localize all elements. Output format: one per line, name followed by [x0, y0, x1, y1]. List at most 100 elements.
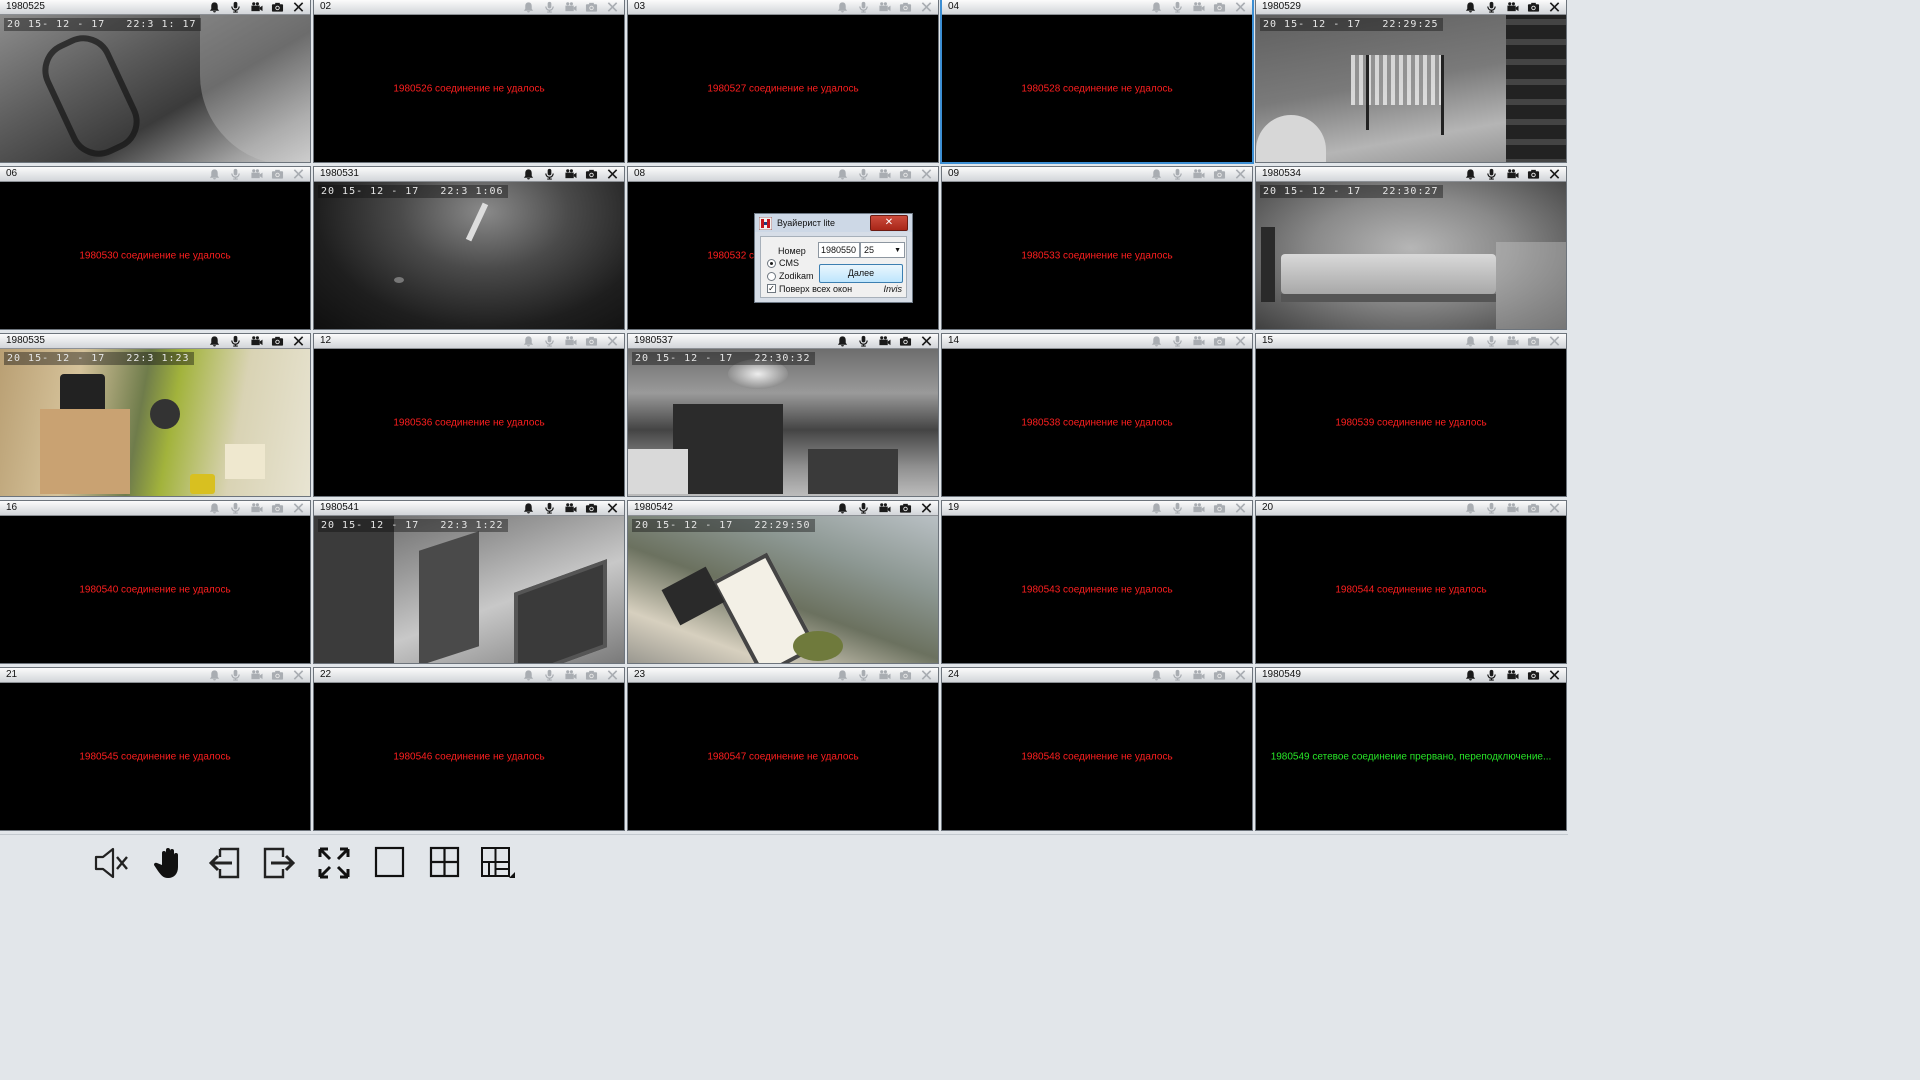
camera-tile[interactable]: 21 1980545 соединение не удалось — [0, 667, 311, 831]
microphone-icon[interactable] — [856, 1, 871, 13]
microphone-icon[interactable] — [542, 335, 557, 347]
alarm-bell-icon[interactable] — [521, 502, 536, 514]
camera-tile[interactable]: 04 1980528 соединение не удалось — [940, 0, 1254, 164]
camera-tile[interactable]: 1980537 20 15- 12 - 17 22:30:32 — [627, 333, 939, 497]
alarm-bell-icon[interactable] — [207, 168, 222, 180]
snapshot-camera-icon[interactable] — [584, 502, 599, 514]
snapshot-camera-icon[interactable] — [270, 502, 285, 514]
microphone-icon[interactable] — [542, 669, 557, 681]
always-on-top-checkbox[interactable]: ✓ — [767, 284, 776, 293]
record-camera-icon[interactable] — [1505, 335, 1520, 347]
camera-tile[interactable]: 12 1980536 соединение не удалось — [313, 333, 625, 497]
record-camera-icon[interactable] — [1191, 669, 1206, 681]
camera-tile[interactable]: 19 1980543 соединение не удалось — [941, 500, 1253, 664]
alarm-bell-icon[interactable] — [835, 1, 850, 13]
snapshot-camera-icon[interactable] — [898, 502, 913, 514]
camera-tile[interactable]: 1980531 20 15- 12 - 17 22:3 1:06 — [313, 166, 625, 330]
record-camera-icon[interactable] — [1505, 168, 1520, 180]
layout-1x1-button[interactable] — [371, 845, 407, 881]
camera-tile[interactable]: 24 1980548 соединение не удалось — [941, 667, 1253, 831]
close-icon[interactable] — [1233, 168, 1248, 180]
record-camera-icon[interactable] — [1505, 669, 1520, 681]
alarm-bell-icon[interactable] — [1149, 168, 1164, 180]
microphone-icon[interactable] — [228, 1, 243, 13]
record-camera-icon[interactable] — [563, 1, 578, 13]
camera-tile[interactable]: 22 1980546 соединение не удалось — [313, 667, 625, 831]
alarm-bell-icon[interactable] — [835, 168, 850, 180]
close-icon[interactable] — [1547, 502, 1562, 514]
radio-zodikam[interactable] — [767, 272, 776, 281]
alarm-bell-icon[interactable] — [521, 168, 536, 180]
camera-tile[interactable]: 1980541 20 15- 12 - 17 22:3 1:22 — [313, 500, 625, 664]
snapshot-camera-icon[interactable] — [1526, 1, 1541, 13]
close-icon[interactable] — [919, 1, 934, 13]
number-input[interactable]: 1980550 — [818, 242, 860, 258]
record-camera-icon[interactable] — [249, 669, 264, 681]
camera-tile[interactable]: 09 1980533 соединение не удалось — [941, 166, 1253, 330]
close-icon[interactable] — [919, 669, 934, 681]
close-icon[interactable] — [919, 168, 934, 180]
microphone-icon[interactable] — [542, 1, 557, 13]
count-select[interactable]: 25 ▼ — [860, 242, 905, 258]
layout-2x2-button[interactable] — [426, 845, 462, 881]
close-icon[interactable] — [605, 1, 620, 13]
record-camera-icon[interactable] — [563, 502, 578, 514]
camera-tile[interactable]: 1980525 20 15- 12 - 17 22:3 1: 17 — [0, 0, 311, 163]
snapshot-camera-icon[interactable] — [584, 335, 599, 347]
snapshot-camera-icon[interactable] — [270, 669, 285, 681]
microphone-icon[interactable] — [1484, 1, 1499, 13]
record-camera-icon[interactable] — [1191, 502, 1206, 514]
close-icon[interactable] — [1547, 168, 1562, 180]
alarm-bell-icon[interactable] — [1463, 669, 1478, 681]
snapshot-camera-icon[interactable] — [270, 168, 285, 180]
microphone-icon[interactable] — [542, 502, 557, 514]
alarm-bell-icon[interactable] — [1463, 168, 1478, 180]
microphone-icon[interactable] — [542, 168, 557, 180]
microphone-icon[interactable] — [1170, 502, 1185, 514]
close-icon[interactable] — [291, 335, 306, 347]
camera-tile[interactable]: 14 1980538 соединение не удалось — [941, 333, 1253, 497]
record-camera-icon[interactable] — [1505, 1, 1520, 13]
microphone-icon[interactable] — [1484, 168, 1499, 180]
alarm-bell-icon[interactable] — [1463, 502, 1478, 514]
camera-tile[interactable]: 23 1980547 соединение не удалось — [627, 667, 939, 831]
close-icon[interactable] — [1233, 669, 1248, 681]
camera-tile[interactable]: 02 1980526 соединение не удалось — [313, 0, 625, 163]
microphone-icon[interactable] — [1484, 669, 1499, 681]
microphone-icon[interactable] — [228, 335, 243, 347]
snapshot-camera-icon[interactable] — [1526, 335, 1541, 347]
close-icon[interactable] — [919, 335, 934, 347]
dialog-titlebar[interactable]: Вуайерист lite ✕ — [755, 214, 912, 232]
layout-custom-button[interactable] — [479, 845, 515, 881]
record-camera-icon[interactable] — [563, 168, 578, 180]
alarm-bell-icon[interactable] — [1463, 1, 1478, 13]
microphone-icon[interactable] — [856, 335, 871, 347]
camera-tile[interactable]: 03 1980527 соединение не удалось — [627, 0, 939, 163]
alarm-bell-icon[interactable] — [835, 335, 850, 347]
close-icon[interactable] — [919, 502, 934, 514]
mute-button[interactable] — [94, 845, 130, 881]
close-icon[interactable] — [605, 335, 620, 347]
camera-tile[interactable]: 06 1980530 соединение не удалось — [0, 166, 311, 330]
record-camera-icon[interactable] — [877, 1, 892, 13]
alarm-bell-icon[interactable] — [207, 502, 222, 514]
snapshot-camera-icon[interactable] — [1212, 502, 1227, 514]
microphone-icon[interactable] — [856, 669, 871, 681]
record-camera-icon[interactable] — [563, 335, 578, 347]
export-button[interactable] — [261, 845, 297, 881]
alarm-bell-icon[interactable] — [207, 669, 222, 681]
microphone-icon[interactable] — [1170, 335, 1185, 347]
close-icon[interactable] — [291, 168, 306, 180]
microphone-icon[interactable] — [228, 502, 243, 514]
record-camera-icon[interactable] — [1191, 1, 1206, 13]
record-camera-icon[interactable] — [1191, 335, 1206, 347]
alarm-bell-icon[interactable] — [207, 1, 222, 13]
record-camera-icon[interactable] — [249, 502, 264, 514]
microphone-icon[interactable] — [856, 502, 871, 514]
record-camera-icon[interactable] — [249, 1, 264, 13]
close-icon[interactable] — [291, 669, 306, 681]
alarm-bell-icon[interactable] — [1149, 1, 1164, 13]
snapshot-camera-icon[interactable] — [1212, 1, 1227, 13]
alarm-bell-icon[interactable] — [1149, 502, 1164, 514]
camera-tile[interactable]: 1980529 20 15- 12 - 17 22:29:25 — [1255, 0, 1567, 163]
